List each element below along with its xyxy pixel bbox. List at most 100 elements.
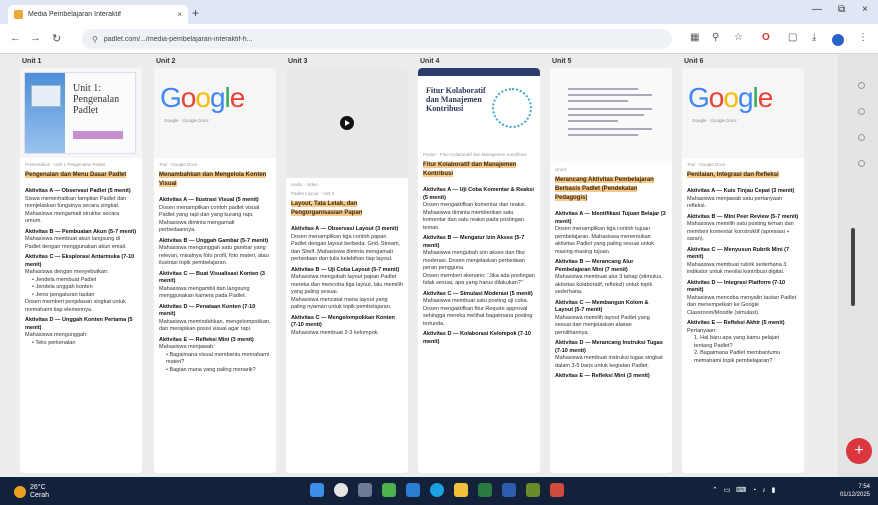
thumb-title: Fitur Kolaboratif dan Manajemen Kontribu…	[426, 86, 486, 113]
activity-title: Aktivitas D — Integrasi Platform (7-10 m…	[687, 279, 786, 294]
chrome-icon[interactable]	[430, 483, 444, 497]
minimize-button[interactable]: —	[812, 4, 822, 15]
body-text: Mahasiswa membuat satu posting uji coba.	[423, 298, 529, 304]
task-view-icon[interactable]	[358, 483, 372, 497]
extensions-icon[interactable]: ▢	[788, 32, 797, 43]
attachment-meta: Poster · Fitur Kolaboratif dan Manajemen…	[423, 152, 527, 157]
column-unit-4: Unit 4 Fitur Kolaboratif dan Manajemen K…	[418, 54, 540, 477]
activity-title: Aktivitas D — Penataan Konten (7-10 meni…	[159, 303, 256, 318]
file-explorer-icon[interactable]	[454, 483, 468, 497]
activity-title: Aktivitas E — Refleksi Akhir (5 menit)	[687, 320, 785, 326]
activity-title: Aktivitas A — Observasi Padlet (5 menit)	[25, 188, 131, 194]
widgets-icon[interactable]	[382, 483, 396, 497]
reload-icon[interactable]: ↻	[52, 32, 61, 45]
qr-icon[interactable]: ▦	[690, 32, 699, 43]
post-body: Aktivitas A — Identifikasi Tujuan Belaja…	[555, 211, 667, 381]
body-text: Mahasiswa mencatat mana layout yang pali…	[291, 296, 392, 311]
body-text: Dosen memberi skenario: “Jika ada postin…	[423, 272, 535, 287]
browser-tab[interactable]: Media Pembelajaran Interaktif ×	[8, 5, 188, 24]
list-item: • Jendela membuat Padlet	[32, 276, 97, 283]
horizontal-scrollbar[interactable]	[851, 228, 855, 306]
app-icon[interactable]	[526, 483, 540, 497]
activity-title: Aktivitas D — Merancang Instruksi Tugas …	[555, 340, 663, 354]
body-text: Mahasiswa membuat rubrik sederhana 3 ind…	[687, 261, 787, 276]
weather-desc: Cerah	[30, 492, 50, 499]
activity-title: Aktivitas E — Refleksi Mini (3 menit)	[159, 336, 254, 343]
tab-close-icon[interactable]: ×	[177, 10, 182, 19]
share-icon[interactable]	[858, 134, 865, 141]
activity-title: Aktivitas C — Buat Visualisasi Konten (3…	[159, 270, 265, 285]
excel-icon[interactable]	[478, 483, 492, 497]
taskbar-apps	[310, 483, 564, 497]
link-thumbnail[interactable]: Google Google · Google Docs	[682, 68, 804, 158]
forward-arrow-icon[interactable]: →	[30, 32, 41, 44]
search-icon[interactable]	[334, 483, 348, 497]
post-heading: Layout, Tata Letak, dan Pengorganisasian…	[291, 201, 363, 216]
list-item: • Jenis pengaturan tautan	[32, 291, 95, 298]
clock[interactable]: 7:54 01/12/2025	[824, 483, 870, 499]
activity-title: Aktivitas E — Refleksi Mini (3 menit)	[555, 373, 650, 379]
body-text: Mahasiswa membuat alur 3 tahap (stimulus…	[555, 274, 663, 295]
site-info-icon[interactable]: ⚲	[92, 35, 98, 44]
new-tab-button[interactable]: +	[192, 6, 199, 20]
weather-widget[interactable]: 26°C Cerah	[14, 484, 49, 500]
link-source: Google · Google Docs	[692, 118, 737, 123]
post-body: Aktivitas A — Kuis Tinjau Cepat (3 menit…	[687, 188, 799, 365]
add-post-button[interactable]: +	[846, 438, 872, 464]
powerpoint-icon[interactable]	[550, 483, 564, 497]
poster-thumbnail[interactable]: Fitur Kolaboratif dan Manajemen Kontribu…	[418, 68, 540, 148]
tab-bar: Media Pembelajaran Interaktif × + — ⧉ ×	[0, 0, 878, 24]
settings-icon[interactable]	[858, 108, 865, 115]
opera-extension-icon[interactable]: O	[762, 32, 770, 43]
body-text: Mahasiswa menjawab satu pertanyaan refle…	[687, 195, 783, 210]
address-bar: ← → ↻ ⚲ padlet.com/.../media-pembelajara…	[0, 24, 878, 54]
link-thumbnail[interactable]: Google Google · Google Docs	[154, 68, 276, 158]
body-text: Mahasiswa mengambil dan langsung menggun…	[159, 285, 250, 300]
body-text: Mahasiswa memilih satu posting teman dan…	[687, 221, 794, 242]
post-card[interactable]: Audio · Video Padlet Layout · Unit 3 Lay…	[286, 68, 408, 473]
activity-title: Aktivitas B — Mini Peer Review (5-7 meni…	[687, 213, 799, 220]
body-text: Mahasiswa mengunggah:	[25, 332, 88, 338]
restore-button[interactable]: ⧉	[838, 4, 845, 15]
right-sidebar	[838, 54, 878, 477]
post-card[interactable]: Google Google · Google Docs Tool · Googl…	[682, 68, 804, 473]
windows-taskbar: 26°C Cerah ⌃ ▭ ⌨ ◔ ♪ ▮ 7:54 01/12/2025	[0, 477, 878, 505]
download-icon[interactable]: ⤓	[812, 32, 816, 43]
more-icon[interactable]	[858, 160, 865, 167]
activity-title: Aktivitas B — Merancang Alur Pembelajara…	[555, 259, 634, 273]
body-text: Mahasiswa membuat instruksi tugas singka…	[555, 355, 663, 369]
zoom-icon[interactable]: ⚲	[712, 32, 719, 43]
post-body: Aktivitas A — Uji Coba Komentar & Reaksi…	[423, 187, 535, 346]
list-item: • Teks perkenalan	[32, 339, 76, 346]
back-arrow-icon[interactable]: ←	[10, 32, 21, 44]
url-input[interactable]: ⚲ padlet.com/.../media-pembelajaran-inte…	[82, 29, 672, 49]
post-card[interactable]: Unit 5 Merancang Aktivitas Pembelajaran …	[550, 68, 672, 473]
post-card[interactable]: Google Google · Google Docs Tool · Googl…	[154, 68, 276, 473]
profile-avatar[interactable]	[832, 34, 844, 46]
edge-icon[interactable]	[406, 483, 420, 497]
system-tray[interactable]: ⌃ ▭ ⌨ ◔ ♪ ▮	[712, 486, 775, 494]
google-logo: Google	[160, 82, 245, 113]
body-text: Dosen menampilkan tiga contoh tujuan pem…	[555, 226, 655, 255]
body-text: Mahasiswa membuat akun langsung di Padle…	[25, 236, 127, 250]
document-thumbnail[interactable]	[550, 68, 672, 163]
activity-title: Aktivitas C — Membangun Kolom & Layout (…	[555, 299, 649, 314]
url-text: padlet.com/.../media-pembelajaran-intera…	[103, 35, 253, 43]
attachment-meta: Tool · Google Docs	[159, 162, 198, 167]
video-thumbnail[interactable]	[286, 68, 408, 178]
activity-title: Aktivitas A — Uji Coba Komentar & Reaksi…	[423, 187, 534, 201]
slide-thumbnail[interactable]: Unit 1: Pengenalan Padlet	[20, 68, 142, 158]
bookmark-star-icon[interactable]: ☆	[734, 32, 743, 43]
google-logo: Google	[688, 82, 773, 113]
reaction-icon[interactable]	[858, 82, 865, 89]
column-title: Unit 4	[420, 58, 440, 65]
close-window-button[interactable]: ×	[862, 4, 868, 15]
menu-kebab-icon[interactable]: ⋮	[858, 32, 868, 43]
start-icon[interactable]	[310, 483, 324, 497]
play-icon[interactable]	[340, 116, 354, 130]
body-text: Dosen memberi penjelasan singkat untuk m…	[25, 299, 126, 313]
post-card[interactable]: Fitur Kolaboratif dan Manajemen Kontribu…	[418, 68, 540, 473]
activity-title: Aktivitas C — Simulasi Moderasi (5 menit…	[423, 290, 533, 297]
word-icon[interactable]	[502, 483, 516, 497]
post-card[interactable]: Unit 1: Pengenalan Padlet Presentation ·…	[20, 68, 142, 473]
